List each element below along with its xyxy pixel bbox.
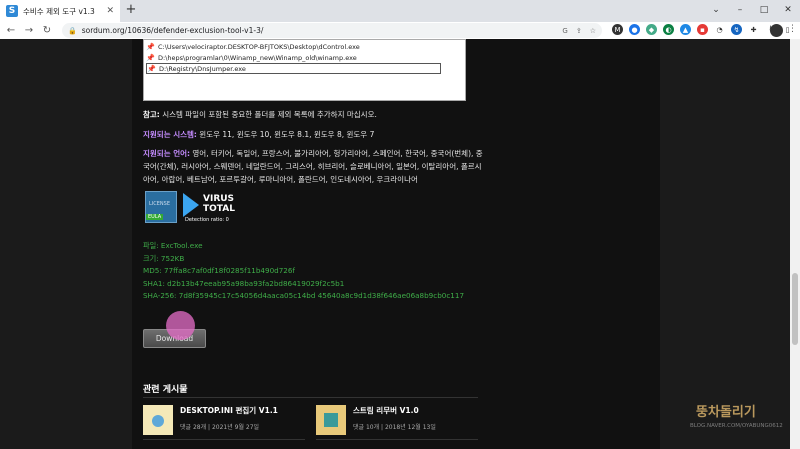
extension-icon-6[interactable]: ▪ [697, 24, 708, 35]
extension-icon-3[interactable]: ◆ [646, 24, 657, 35]
post-meta: 댓글 10개 | 2018년 12월 13일 [353, 424, 436, 431]
post-thumbnail[interactable] [143, 405, 173, 435]
note-text: 참고: 시스템 파일이 포함된 중요한 폴더를 제외 목록에 추가하지 마십시오… [143, 110, 377, 119]
web-page: 📌 C:\Users\velociraptor.DESKTOP-BFJTOKS\… [0, 39, 790, 449]
file-info: 파일: ExcTool.exe 크기: 752KB MD5: 77ffa8c7a… [143, 240, 464, 303]
new-tab-button[interactable]: + [124, 3, 138, 17]
profile-avatar[interactable] [770, 24, 783, 37]
page-scrollbar[interactable] [790, 39, 800, 449]
divider [316, 439, 478, 440]
post-title[interactable]: 스트림 리무버 V1.0 [353, 405, 436, 416]
file-name: 파일: ExcTool.exe [143, 241, 203, 250]
pin-icon: 📌 [146, 42, 155, 51]
tab-close-icon[interactable]: ✕ [106, 6, 114, 16]
file-md5: MD5: 77ffa8c7af0df18f0285f11b490d726f [143, 266, 295, 276]
address-bar[interactable]: 🔒 sordum.org/10636/defender-exclusion-to… [62, 23, 602, 38]
extension-icon-7[interactable]: ◔ [714, 24, 725, 35]
browser-tab[interactable]: S 수비수 제외 도구 v1.3 ✕ [0, 0, 120, 22]
scrollbar-thumb[interactable] [792, 273, 798, 345]
file-sha1: SHA1: d2b13b47eeab95a98ba93fa2bd86419029… [143, 278, 345, 288]
supported-os-label: 지원되는 시스템: [143, 130, 197, 139]
virustotal-logo-icon [183, 193, 199, 217]
list-item: 📌 C:\Users\velociraptor.DESKTOP-BFJTOKS\… [146, 42, 360, 51]
related-post[interactable]: DESKTOP.INI 편집기 V1.1 댓글 28개 | 2021년 9월 2… [143, 405, 278, 435]
exclusion-list-screenshot: 📌 C:\Users\velociraptor.DESKTOP-BFJTOKS\… [143, 39, 466, 101]
site-favicon-icon: S [6, 5, 18, 17]
detection-ratio: Detection ratio: 0 [185, 217, 229, 223]
divider [143, 397, 478, 398]
translate-icon[interactable]: G [562, 27, 567, 35]
puzzle-icon[interactable]: ✚ [748, 24, 759, 35]
extension-icon-4[interactable]: ◐ [663, 24, 674, 35]
post-thumbnail[interactable] [316, 405, 346, 435]
license-eula-icon[interactable]: LICENSE EULA [145, 191, 177, 223]
reload-button[interactable]: ↻ [40, 25, 54, 36]
post-title[interactable]: DESKTOP.INI 편집기 V1.1 [180, 405, 278, 416]
extension-icon-5[interactable]: ▲ [680, 24, 691, 35]
close-window-button[interactable]: ✕ [776, 0, 800, 20]
pin-icon: 📌 [147, 64, 156, 73]
supported-languages-label: 지원되는 언어: [143, 149, 191, 158]
minimize-button[interactable]: – [728, 0, 752, 20]
window-controls: ⌄ – □ ✕ [704, 0, 800, 20]
browser-tab-strip: S 수비수 제외 도구 v1.3 ✕ + ⌄ – □ ✕ [0, 0, 800, 22]
list-item: 📌 D:\Registry\DnsJumper.exe [146, 63, 441, 74]
maximize-button[interactable]: □ [752, 0, 776, 20]
tab-title: 수비수 제외 도구 v1.3 [23, 6, 95, 16]
extension-icon-2[interactable]: ● [629, 24, 640, 35]
back-button[interactable]: ← [4, 25, 18, 36]
extension-icon-1[interactable]: M [612, 24, 623, 35]
virustotal-badge[interactable]: VIRUS TOTAL Detection ratio: 0 [183, 191, 243, 223]
share-icon[interactable]: ⇪ [576, 27, 582, 35]
extensions-area: M ● ◆ ◐ ▲ ▪ ◔ ↯ ✚ ⭳ ▯ [612, 24, 793, 35]
note-label: 참고: [143, 110, 160, 119]
file-sha256: SHA-256: 7d8f35945c17c54056d4aaca05c14bd… [143, 291, 465, 301]
post-meta: 댓글 28개 | 2021년 9월 27일 [180, 424, 260, 431]
lock-icon[interactable]: 🔒 [68, 27, 77, 35]
supported-os-text: 지원되는 시스템: 윈도우 11, 윈도우 10, 윈도우 8.1, 윈도우 8… [143, 130, 375, 139]
forward-button[interactable]: → [22, 25, 36, 36]
bookmark-star-icon[interactable]: ☆ [590, 27, 596, 35]
supported-languages-text: 지원되는 언어: 영어, 터키어, 독일어, 프랑스어, 불가리아어, 헝가리아… [143, 149, 483, 184]
browser-toolbar: ← → ↻ ⌂ 🔒 sordum.org/10636/defender-excl… [0, 22, 800, 39]
blog-watermark: 뚱차돌리기 BLOG.NAVER.COM/OYABUNG0612 [690, 405, 783, 429]
url-text: sordum.org/10636/defender-exclusion-tool… [81, 26, 264, 35]
related-post[interactable]: 스트림 리무버 V1.0 댓글 10개 | 2018년 12월 13일 [316, 405, 436, 435]
related-posts-heading: 관련 게시물 [143, 385, 188, 395]
badges-row: LICENSE EULA VIRUS TOTAL Detection ratio:… [145, 191, 243, 223]
list-item: 📌 D:\heps\programlar\0\Winamp_new\Winamp… [146, 53, 357, 62]
divider [143, 439, 305, 440]
file-size: 크기: 752KB [143, 253, 185, 263]
page-sidebar [660, 39, 790, 449]
chevron-down-icon[interactable]: ⌄ [704, 0, 728, 20]
extension-icon-8[interactable]: ↯ [731, 24, 742, 35]
pin-icon: 📌 [146, 53, 155, 62]
click-indicator [166, 311, 195, 340]
browser-menu-icon[interactable]: ⋮ [788, 24, 797, 34]
